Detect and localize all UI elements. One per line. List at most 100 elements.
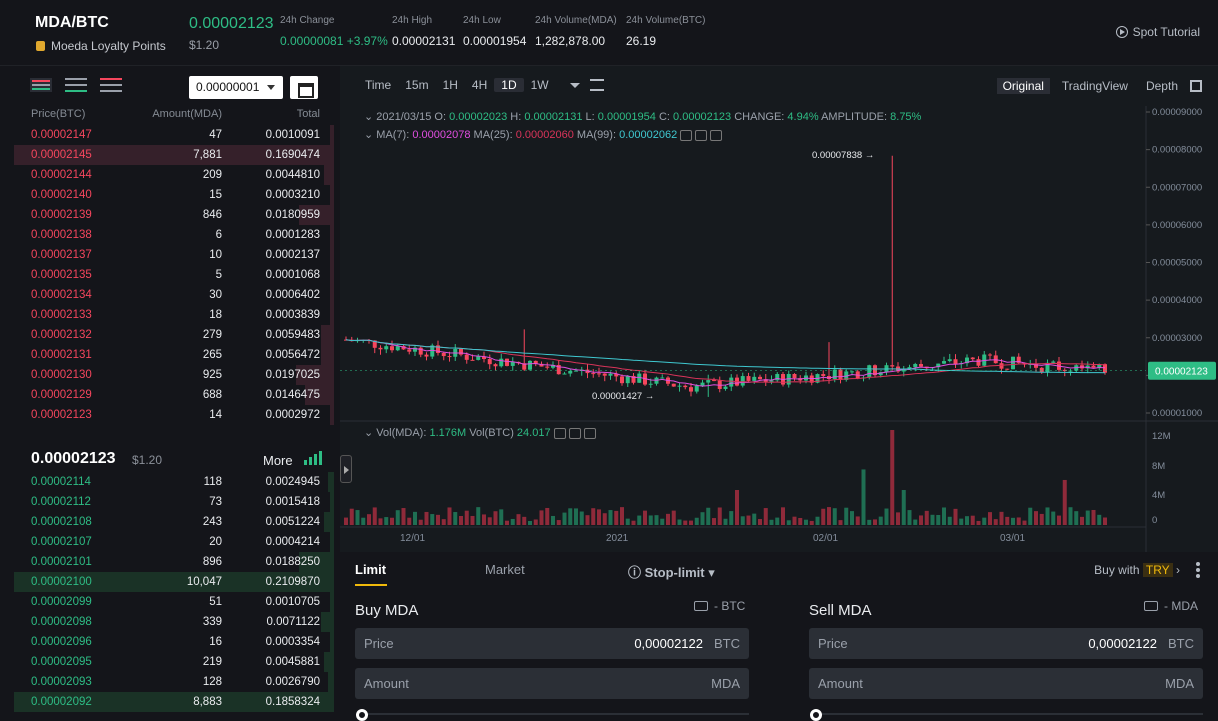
orderbook-row[interactable]: 0.00002092 8,883 0.1858324 [14, 692, 334, 712]
volume-bar [447, 507, 452, 525]
precision-select[interactable]: 0.00000001 [189, 76, 283, 99]
volume-bar [1097, 514, 1102, 525]
volume-bar [1034, 511, 1038, 525]
sell-slider-knob[interactable] [810, 709, 822, 721]
sell-title: Sell MDA [809, 602, 872, 619]
orderbook-row[interactable]: 0.00002093 128 0.0026790 [14, 672, 334, 692]
orderbook-asks-icon[interactable] [100, 78, 122, 92]
sell-amount-input[interactable]: Amount MDA [809, 668, 1203, 699]
buy-slider-knob[interactable] [356, 709, 368, 721]
buy-price-input[interactable]: Price 0,00002122 BTC [355, 628, 749, 659]
orderbook-settings-icon[interactable] [290, 76, 318, 99]
volume-bar [1051, 511, 1056, 525]
row-price: 0.00002100 [31, 576, 92, 588]
candle-body [545, 366, 550, 368]
orderbook-row[interactable]: 0.00002112 73 0.0015418 [14, 492, 334, 512]
row-total: 0.0010091 [265, 129, 320, 141]
volume-bar [855, 516, 860, 525]
volume-bar [579, 511, 584, 525]
volume-bar [942, 507, 946, 525]
orderbook-row[interactable]: 0.00002147 47 0.0010091 [14, 125, 334, 145]
volume-bar [844, 507, 849, 525]
buy-amount-input[interactable]: Amount MDA [355, 668, 749, 699]
depth-bar [330, 245, 334, 265]
orderbook-row[interactable]: 0.00002129 688 0.0146475 [14, 385, 334, 405]
orderbook-row[interactable]: 0.00002108 243 0.0051224 [14, 512, 334, 532]
tab-limit[interactable]: Limit [355, 562, 386, 577]
loyalty-link[interactable]: Moeda Loyalty Points [36, 39, 166, 53]
orderbook-row[interactable]: 0.00002144 209 0.0044810 [14, 165, 334, 185]
ma7-line [345, 339, 1106, 387]
candle-body [993, 355, 998, 364]
stat-value: 0.00000081 +3.97% [280, 34, 388, 48]
orderbook-row[interactable]: 0.00002145 7,881 0.1690474 [14, 145, 334, 165]
volume-bar [453, 512, 458, 525]
orderbook-row[interactable]: 0.00002095 219 0.0045881 [14, 652, 334, 672]
candle-body [499, 358, 504, 367]
more-button[interactable]: More [263, 453, 293, 468]
candle-body [487, 359, 492, 365]
row-amount: 15 [209, 189, 222, 201]
orderbook-bids-icon[interactable] [65, 78, 87, 92]
collapse-toggle-icon[interactable] [340, 455, 352, 483]
more-options-icon[interactable] [1196, 562, 1200, 578]
orderbook-row[interactable]: 0.00002107 20 0.0004214 [14, 532, 334, 552]
volume-bar [499, 509, 504, 525]
orderbook-row[interactable]: 0.00002096 16 0.0003354 [14, 632, 334, 652]
row-amount: 30 [209, 289, 222, 301]
orderbook-both-icon[interactable] [30, 78, 52, 92]
orderbook-row[interactable]: 0.00002140 15 0.0003210 [14, 185, 334, 205]
volume-bar [1016, 517, 1021, 525]
candle-body [464, 354, 469, 360]
tab-market[interactable]: Market [485, 562, 525, 577]
orderbook-row[interactable]: 0.00002100 10,047 0.2109870 [14, 572, 334, 592]
volume-bar [390, 517, 394, 525]
tab-stop-limit[interactable]: ⓘ Stop-limit ▾ [628, 562, 715, 581]
volume-bar [516, 514, 521, 525]
depth-bar [324, 652, 334, 672]
sell-slider-track[interactable] [815, 713, 1203, 715]
orderbook-row[interactable]: 0.00002123 14 0.0002972 [14, 405, 334, 425]
orderbook-row[interactable]: 0.00002138 6 0.0001283 [14, 225, 334, 245]
row-total: 0.2109870 [265, 576, 320, 588]
orderbook-row[interactable]: 0.00002137 10 0.0002137 [14, 245, 334, 265]
orderbook-row[interactable]: 0.00002131 265 0.0056472 [14, 345, 334, 365]
stat-value: 0.00002131 [392, 34, 456, 48]
pair-title[interactable]: MDA/BTC [35, 14, 109, 32]
row-price: 0.00002134 [31, 289, 92, 301]
volume-bar [1091, 509, 1096, 525]
candlestick-chart[interactable]: 0.00009000 0.00008000 0.00007000 0.00006000… [340, 66, 1218, 552]
orderbook-row[interactable]: 0.00002098 339 0.0071122 [14, 612, 334, 632]
buy-slider-track[interactable] [361, 713, 749, 715]
row-total: 0.0197025 [265, 369, 320, 381]
orderbook-row[interactable]: 0.00002134 30 0.0006402 [14, 285, 334, 305]
orderbook-row[interactable]: 0.00002099 51 0.0010705 [14, 592, 334, 612]
row-amount: 73 [209, 496, 222, 508]
stat-label: 24h Volume(MDA) [535, 15, 617, 26]
buy-with-link[interactable]: Buy with TRY › [1094, 563, 1180, 577]
stat-label: 24h Low [463, 15, 501, 26]
row-price: 0.00002096 [31, 636, 92, 648]
volume-bar [700, 512, 705, 525]
orderbook-row[interactable]: 0.00002130 925 0.0197025 [14, 365, 334, 385]
spot-tutorial-link[interactable]: Spot Tutorial [1115, 25, 1200, 39]
row-total: 0.0071122 [266, 616, 320, 628]
sell-price-input[interactable]: Price 0,00002122 BTC [809, 628, 1203, 659]
volume-bar [487, 517, 492, 525]
buy-title: Buy MDA [355, 602, 419, 619]
volume-bar [510, 518, 515, 525]
y-tick-label: 0.00004000 [1152, 295, 1202, 306]
orderbook-row[interactable]: 0.00002114 118 0.0024945 [14, 472, 334, 492]
orderbook-row[interactable]: 0.00002101 896 0.0188250 [14, 552, 334, 572]
volume-bar [562, 512, 567, 525]
row-total: 0.0051224 [265, 516, 320, 528]
volume-bar [947, 516, 952, 525]
volume-bar [476, 507, 481, 525]
volume-bar [459, 515, 463, 525]
orderbook-row[interactable]: 0.00002133 18 0.0003839 [14, 305, 334, 325]
volume-bar [798, 517, 803, 525]
orderbook-row[interactable]: 0.00002139 846 0.0180959 [14, 205, 334, 225]
orderbook-row[interactable]: 0.00002135 5 0.0001068 [14, 265, 334, 285]
volume-bar [545, 507, 550, 525]
orderbook-row[interactable]: 0.00002132 279 0.0059483 [14, 325, 334, 345]
